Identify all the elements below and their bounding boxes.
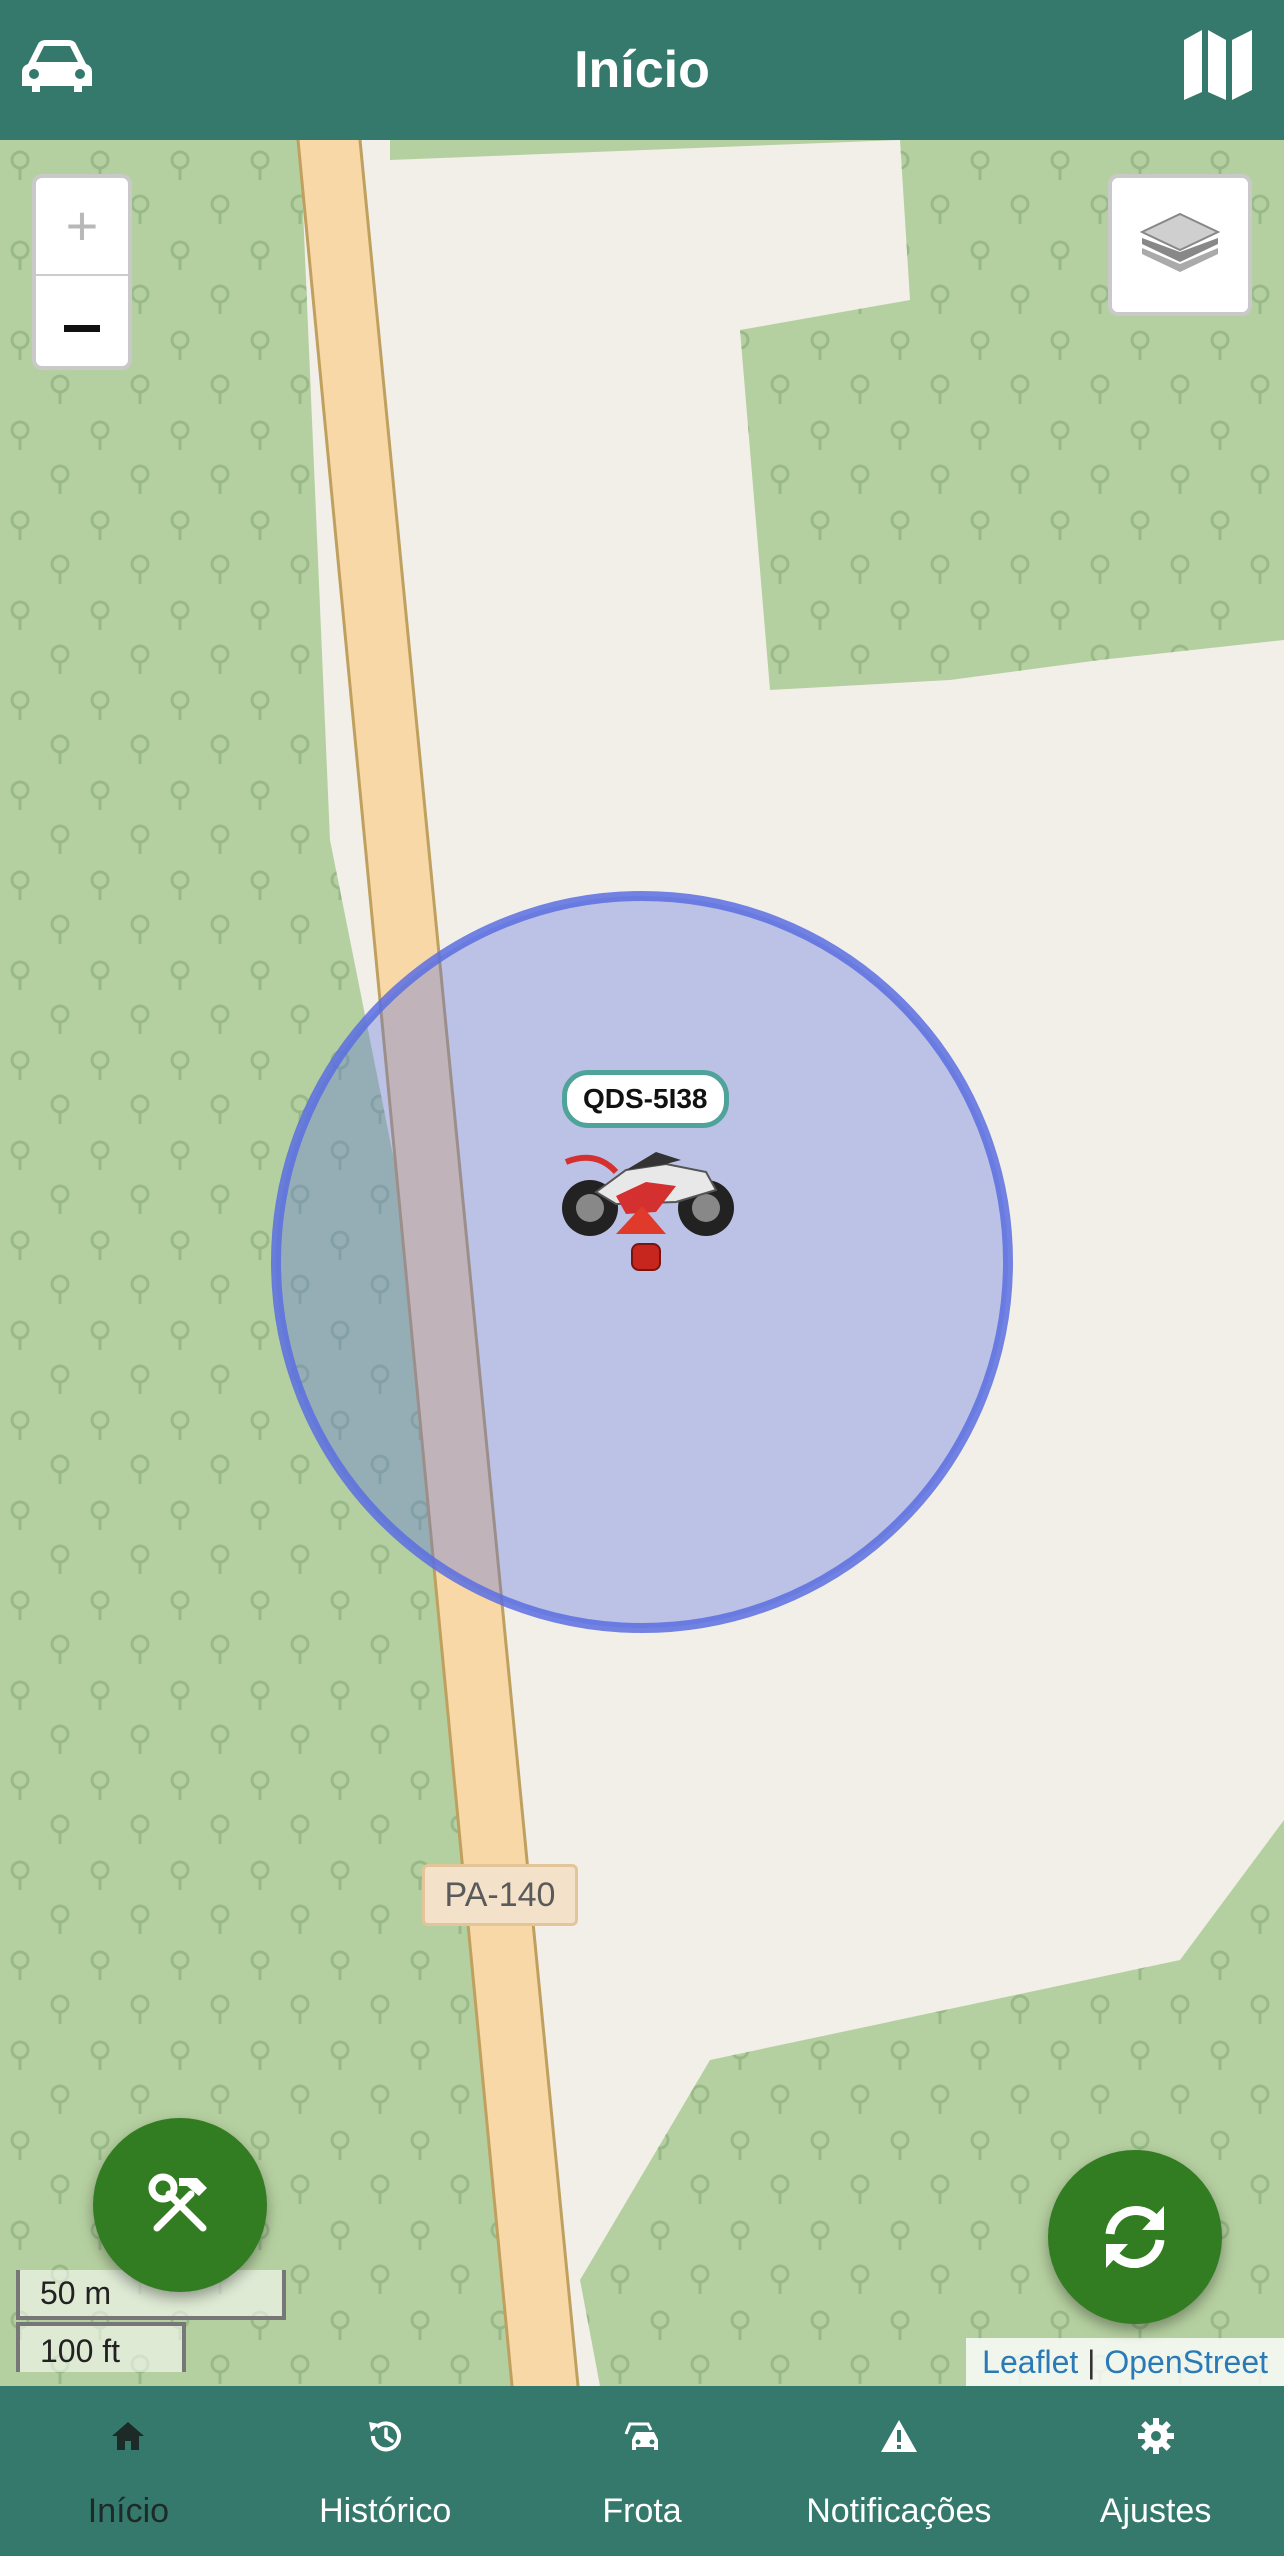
attribution-separator: | <box>1087 2344 1096 2380</box>
warning-icon <box>880 2420 917 2452</box>
history-icon <box>369 2421 402 2452</box>
nav-label: Frota <box>602 2492 682 2530</box>
map-attribution: Leaflet | OpenStreet <box>966 2338 1284 2386</box>
nav-label: Notificações <box>806 2492 992 2530</box>
layers-icon <box>1139 212 1221 272</box>
gear-icon <box>1137 2418 1174 2454</box>
map-icon[interactable] <box>1182 28 1254 102</box>
page-title: Início <box>574 41 710 99</box>
map-view[interactable]: + QDS-5I38 PA-140 50 m 100 ft Leaflet | … <box>0 140 1284 2386</box>
bottom-nav: Início Histórico Frota Notificações Ajus… <box>0 2386 1284 2556</box>
minus-icon <box>64 324 100 332</box>
refresh-button[interactable] <box>1048 2150 1222 2324</box>
zoom-out-button[interactable] <box>36 276 128 372</box>
motorcycle-icon[interactable] <box>556 1142 736 1242</box>
map-tiles <box>0 140 1284 2386</box>
refresh-icon <box>1105 2206 1165 2268</box>
nav-item-frota[interactable]: Frota <box>514 2386 771 2556</box>
nav-label: Histórico <box>319 2492 452 2530</box>
nav-label: Início <box>87 2492 170 2530</box>
nav-item-notificacoes[interactable]: Notificações <box>770 2386 1027 2556</box>
scale-imperial: 100 ft <box>16 2322 186 2372</box>
app-header: Início <box>0 0 1284 140</box>
leaflet-link[interactable]: Leaflet <box>982 2344 1078 2380</box>
vehicle-plate-label[interactable]: QDS-5I38 <box>562 1070 729 1128</box>
nav-item-inicio[interactable]: Início <box>0 2386 257 2556</box>
home-icon <box>112 2422 145 2450</box>
zoom-control: + <box>32 174 132 370</box>
layers-button[interactable] <box>1108 174 1252 316</box>
nav-item-historico[interactable]: Histórico <box>257 2386 514 2556</box>
tools-button[interactable] <box>93 2118 267 2292</box>
tools-icon <box>148 2173 207 2232</box>
nav-label: Ajustes <box>1099 2492 1212 2530</box>
road-label: PA-140 <box>422 1864 578 1926</box>
openstreetmap-link[interactable]: OpenStreet <box>1104 2344 1268 2380</box>
zoom-in-button[interactable]: + <box>36 178 128 276</box>
fleet-icon <box>624 2422 658 2450</box>
nav-item-ajustes[interactable]: Ajustes <box>1027 2386 1284 2556</box>
